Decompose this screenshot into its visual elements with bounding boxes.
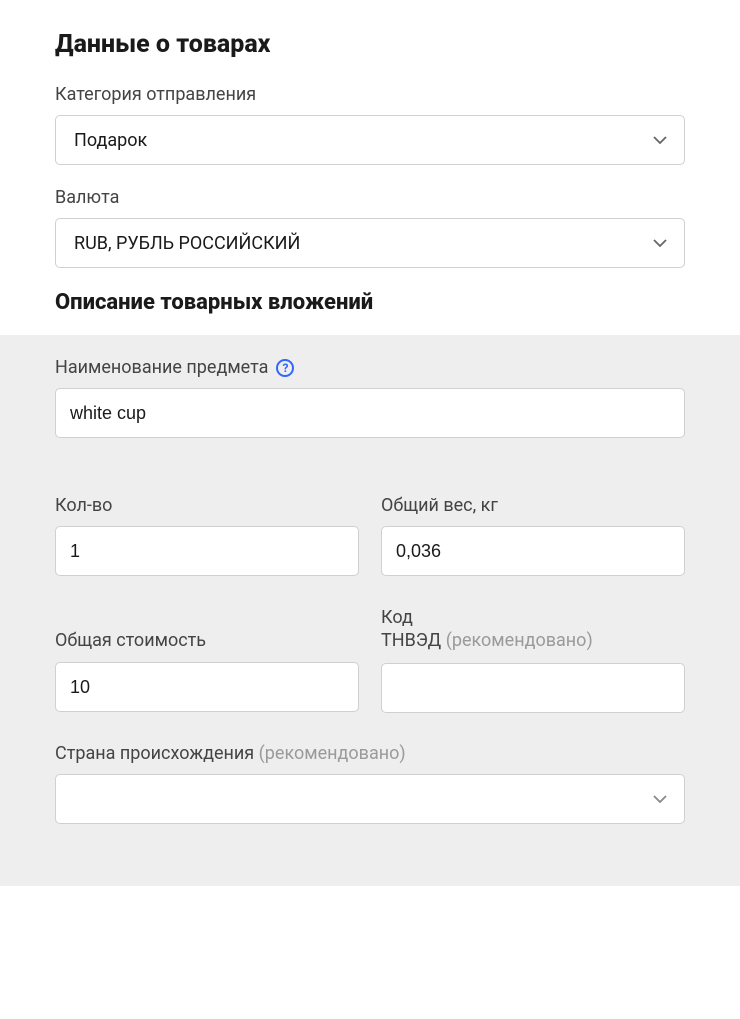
total-cost-label: Общая стоимость <box>55 629 359 652</box>
quantity-input[interactable] <box>55 526 359 576</box>
tnved-group: Код ТНВЭД (рекомендовано) <box>381 606 685 713</box>
total-weight-label: Общий вес, кг <box>381 495 498 516</box>
quantity-label: Кол-во <box>55 495 112 516</box>
origin-country-hint: (рекомендовано) <box>259 743 406 764</box>
item-details-section: Наименование предмета ? Кол-во Общий вес… <box>0 335 740 886</box>
goods-data-section: Данные о товарах Категория отправления П… <box>0 0 740 335</box>
item-name-label: Наименование предмета <box>55 357 268 378</box>
origin-country-select[interactable] <box>55 774 685 824</box>
total-cost-input[interactable] <box>55 662 359 712</box>
item-name-group: Наименование предмета ? <box>55 357 685 438</box>
total-weight-group: Общий вес, кг <box>381 470 685 576</box>
category-select[interactable]: Подарок <box>55 115 685 165</box>
total-weight-input[interactable] <box>381 526 685 576</box>
currency-select[interactable]: RUB, РУБЛЬ РОССИЙСКИЙ <box>55 218 685 268</box>
goods-heading: Данные о товарах <box>55 30 685 59</box>
origin-country-label: Страна происхождения <box>55 743 254 764</box>
item-name-input[interactable] <box>55 388 685 438</box>
total-cost-group: Общая стоимость <box>55 606 359 713</box>
currency-group: Валюта RUB, РУБЛЬ РОССИЙСКИЙ <box>55 187 685 268</box>
category-value: Подарок <box>74 130 147 151</box>
tnved-label-line2: ТНВЭД <box>381 630 441 651</box>
origin-country-group: Страна происхождения (рекомендовано) <box>55 743 685 824</box>
currency-label: Валюта <box>55 187 685 208</box>
tnved-hint: (рекомендовано) <box>446 630 593 651</box>
tnved-input[interactable] <box>381 663 685 713</box>
tnved-label-line1: Код <box>381 606 685 629</box>
quantity-group: Кол-во <box>55 470 359 576</box>
help-icon[interactable]: ? <box>276 359 294 377</box>
items-subheading: Описание товарных вложений <box>55 290 685 315</box>
category-label: Категория отправления <box>55 84 685 105</box>
currency-value: RUB, РУБЛЬ РОССИЙСКИЙ <box>74 233 300 254</box>
category-group: Категория отправления Подарок <box>55 84 685 165</box>
